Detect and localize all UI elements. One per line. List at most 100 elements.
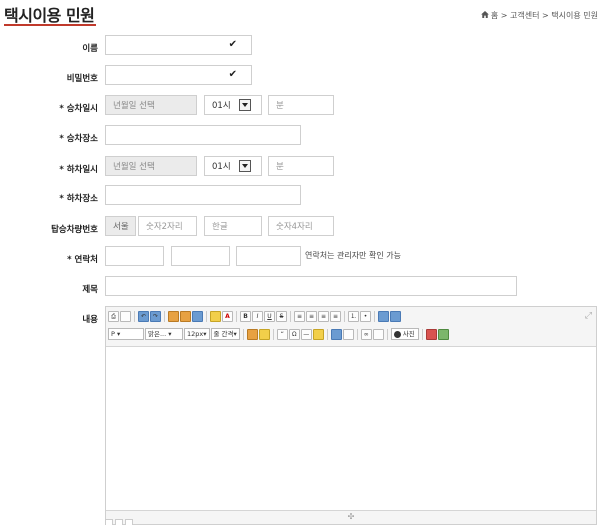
editor-mode-tab[interactable] [115,519,123,525]
outdent-icon[interactable] [390,311,401,322]
rich-text-editor[interactable]: ⎙ ↶ ↷ A B I U S ≡ ≡ ≡ ≡ ⒈ • P ▾ 맑은... ▾ … [105,306,597,525]
dropoff-date-input[interactable]: 년월일 선택 [105,156,197,176]
divider [290,311,291,322]
select-all-icon[interactable] [192,311,203,322]
format-dropdown[interactable]: P ▾ [108,328,144,340]
photo-label: 사진 [402,330,415,338]
template-icon[interactable] [342,328,354,340]
check-icon: ✔ [228,69,237,80]
bullet-list-icon[interactable]: • [360,311,371,322]
new-page-icon[interactable] [120,311,131,322]
paste-text-icon[interactable] [180,311,191,322]
password-input[interactable]: ✔ [105,65,252,85]
horizontal-rule-icon[interactable]: — [300,328,312,340]
dropoff-hour-select[interactable]: 01시 [204,156,262,176]
redo-icon[interactable]: ↷ [150,311,161,322]
home-icon[interactable] [481,11,489,18]
fullscreen-icon[interactable]: ⤢ [585,311,592,321]
font-size-value: 12px [187,330,204,338]
italic-button[interactable]: I [252,311,263,322]
dropoff-minute-input[interactable]: 분 [268,156,334,176]
bold-button[interactable]: B [240,311,251,322]
pickup-date-placeholder: 년월일 선택 [113,101,155,111]
vehicle-number-label: 탑승차량번호 [51,225,98,235]
dropoff-minute-placeholder: 분 [276,162,284,172]
dropoff-place-label: * 하차장소 [59,194,98,204]
quote-button[interactable]: “ [276,328,288,340]
password-label: 비밀번호 [66,74,98,84]
editor-content-area[interactable] [106,348,596,510]
dropoff-date-placeholder: 년월일 선택 [113,162,155,172]
chevron-down-icon [239,160,251,172]
indent-icon[interactable] [378,311,389,322]
dropoff-place-input[interactable] [105,185,301,205]
contact-input-3[interactable] [236,246,301,266]
highlight-color-icon[interactable] [210,311,221,322]
youtube-icon[interactable] [425,328,437,340]
font-dropdown[interactable]: 맑은... ▾ [145,328,183,340]
table-icon[interactable] [330,328,342,340]
font-color-icon[interactable]: A [222,311,233,322]
font-size-dropdown[interactable]: 12px▾ [184,328,210,340]
print-icon[interactable]: ⎙ [108,311,119,322]
subject-input[interactable] [105,276,517,296]
divider [134,311,135,322]
name-input[interactable]: ✔ [105,35,252,55]
link-icon[interactable]: ∞ [360,328,372,340]
pickup-minute-input[interactable]: 분 [268,95,334,115]
paint-icon[interactable] [258,328,270,340]
divider [344,311,345,322]
editor-mode-tab[interactable] [105,519,113,525]
line-spacing-dropdown[interactable]: 줄 간격▾ [210,328,240,340]
pickup-datetime-label: * 승차일시 [59,104,98,114]
pickup-minute-placeholder: 분 [276,101,284,111]
vehicle-digits4-input[interactable]: 숫자4자리 [268,216,334,236]
vehicle-hangul-placeholder: 한글 [212,222,228,232]
paste-icon[interactable] [168,311,179,322]
subject-label: 제목 [82,285,98,295]
divider [356,328,358,340]
dropoff-datetime-label: * 하차일시 [59,165,98,175]
dropoff-hour-value: 01시 [212,162,231,172]
divider [374,311,375,322]
line-spacing-value: 줄 간격 [213,330,234,338]
pickup-place-input[interactable] [105,125,301,145]
contact-input-1[interactable] [105,246,164,266]
undo-icon[interactable]: ↶ [138,311,149,322]
eraser-icon[interactable] [246,328,258,340]
contact-note: 연락처는 관리자만 확인 가능 [305,251,401,260]
divider [206,311,207,322]
editor-resize-bar[interactable]: ✣ [106,510,596,524]
numbered-list-icon[interactable]: ⒈ [348,311,359,322]
toolbar-row-2: P ▾ 맑은... ▾ 12px▾ 줄 간격▾ “ Ω — ∞ 사진 [108,328,449,340]
contact-input-2[interactable] [171,246,230,266]
editor-toolbar: ⎙ ↶ ↷ A B I U S ≡ ≡ ≡ ≡ ⒈ • P ▾ 맑은... ▾ … [106,307,596,347]
photo-button[interactable]: 사진 [390,328,419,340]
align-left-icon[interactable]: ≡ [294,311,305,322]
align-center-icon[interactable]: ≡ [306,311,317,322]
align-right-icon[interactable]: ≡ [318,311,329,322]
editor-mode-tabs [105,519,133,525]
editor-mode-tab[interactable] [125,519,133,525]
camera-icon [393,330,401,338]
strikethrough-button[interactable]: S [276,311,287,322]
special-char-button[interactable]: Ω [288,328,300,340]
breadcrumb-text[interactable]: 홈 > 고객센터 > 택시이용 민원 [491,11,598,20]
image-icon[interactable] [437,328,449,340]
pickup-date-input[interactable]: 년월일 선택 [105,95,197,115]
emoticon-icon[interactable] [312,328,324,340]
divider [164,311,165,322]
page-title: 택시이용 민원 [4,6,95,25]
format-value: P [111,330,115,338]
vehicle-digits4-placeholder: 숫자4자리 [276,222,313,232]
pickup-hour-value: 01시 [212,101,231,111]
resize-handle-icon[interactable]: ✣ [348,512,355,521]
unlink-icon[interactable] [372,328,384,340]
content-label: 내용 [82,315,98,325]
chevron-down-icon [239,99,251,111]
underline-button[interactable]: U [264,311,275,322]
align-justify-icon[interactable]: ≡ [330,311,341,322]
vehicle-hangul-input[interactable]: 한글 [204,216,262,236]
vehicle-digits2-input[interactable]: 숫자2자리 [138,216,197,236]
pickup-hour-select[interactable]: 01시 [204,95,262,115]
